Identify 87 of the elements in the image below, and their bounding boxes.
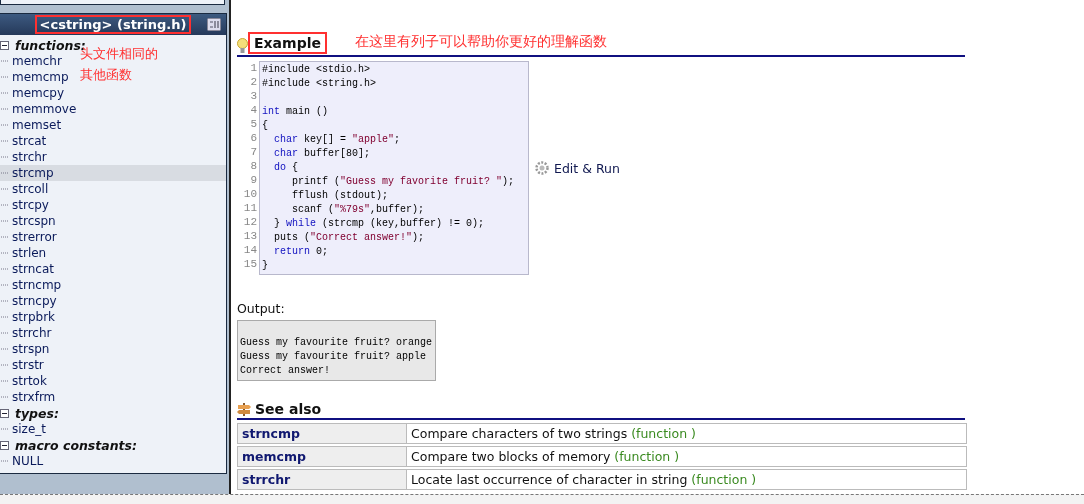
tree-line — [1, 284, 9, 286]
line-number: 10 — [243, 187, 257, 201]
tree-line — [1, 268, 9, 270]
tree-line — [1, 140, 9, 142]
section-label: types: — [15, 405, 59, 421]
line-number: 11 — [243, 201, 257, 215]
sidebar-item[interactable]: size_t — [0, 421, 50, 437]
tree-line — [1, 396, 9, 398]
tree-line — [1, 92, 9, 94]
line-number: 8 — [250, 159, 257, 173]
sidebar-item[interactable]: strcpy — [0, 197, 53, 213]
description-cell-text: Compare two blocks of memory (function ) — [410, 448, 681, 466]
line-number: 2 — [250, 75, 257, 89]
tree-line — [1, 60, 9, 62]
sidebar-item[interactable]: strstr — [0, 357, 48, 373]
line-number: 13 — [243, 229, 257, 243]
tree-line — [1, 460, 9, 462]
description-cell-text: Locate last occurrence of character in string (function ) — [410, 471, 758, 489]
annotation-text: 在这里有列子可以帮助你更好的理解函数 — [354, 33, 607, 51]
description-cell-text: Compare characters of two strings (function ) — [410, 425, 697, 443]
sidebar-item[interactable]: strrchr — [0, 325, 56, 341]
sidebar-item[interactable]: strcmp — [0, 165, 226, 181]
function-link[interactable]: memcmp — [238, 447, 407, 466]
line-number: 9 — [250, 173, 257, 187]
line-number: 14 — [243, 243, 257, 257]
signpost-icon — [237, 402, 251, 416]
line-number: 5 — [250, 117, 257, 131]
line-number: 7 — [250, 145, 257, 159]
sidebar-item[interactable]: strncmp — [0, 277, 66, 293]
tree-line — [1, 300, 9, 302]
sidebar-item[interactable]: memmove — [0, 101, 81, 117]
sidebar-item[interactable]: strcspn — [0, 213, 60, 229]
tree-line — [1, 204, 9, 206]
sidebar-item[interactable]: strtok — [0, 373, 51, 389]
tree-line — [1, 188, 9, 190]
collapse-icon[interactable] — [0, 408, 9, 418]
section-heading: See also — [255, 401, 322, 417]
sidebar-item[interactable]: strncpy — [0, 293, 61, 309]
sidebar-item[interactable]: strchr — [0, 149, 51, 165]
header-title: <cstring> (string.h) — [34, 15, 192, 34]
gear-icon — [535, 161, 549, 175]
output-label: Output: — [237, 301, 286, 316]
sidebar-item[interactable]: memcpy — [0, 85, 69, 101]
line-number: 4 — [250, 103, 257, 117]
sidebar-item[interactable]: strerror — [0, 229, 61, 245]
section-label: macro constants: — [15, 437, 138, 453]
line-number: 12 — [243, 215, 257, 229]
sidebar-item[interactable]: memchr — [0, 53, 66, 69]
sidebar-item[interactable]: strcoll — [0, 181, 53, 197]
sidebar-item[interactable]: strcat — [0, 133, 51, 149]
section-heading: Example — [248, 32, 327, 54]
sidebar-item[interactable]: strxfrm — [0, 389, 60, 405]
lightbulb-icon — [237, 38, 248, 54]
tree-line — [1, 316, 9, 318]
collapse-icon[interactable] — [0, 440, 9, 450]
tree-line — [1, 108, 9, 110]
tree-line — [1, 252, 9, 254]
tree-line — [1, 172, 9, 174]
edit-run-link[interactable]: Edit & Run — [535, 160, 620, 176]
sidebar-item[interactable]: strlen — [0, 245, 51, 261]
function-link[interactable]: strrchr — [238, 470, 407, 489]
line-number: 15 — [243, 257, 257, 271]
line-number: 6 — [250, 131, 257, 145]
collapse-icon[interactable] — [0, 40, 9, 50]
tree-line — [1, 332, 9, 334]
sidebar-item[interactable]: strncat — [0, 261, 58, 277]
tree-line — [1, 236, 9, 238]
output-block: Guess my favourite fruit? orange Guess my favourite fruit? apple Correct answer! — [237, 320, 437, 381]
function-link[interactable]: strncmp — [238, 424, 407, 443]
line-number: 3 — [250, 89, 257, 103]
tree-line — [1, 124, 9, 126]
tree-line — [1, 348, 9, 350]
sidebar-item[interactable]: NULL — [0, 453, 48, 469]
line-number: 1 — [250, 61, 257, 75]
tree-line — [1, 156, 9, 158]
sidebar-item[interactable]: strpbrk — [0, 309, 59, 325]
sidebar-item[interactable]: memcmp — [0, 69, 73, 85]
sort-icon[interactable] — [207, 18, 221, 31]
tree-line — [1, 220, 9, 222]
tree-line — [1, 428, 9, 430]
sidebar-item[interactable]: memset — [0, 117, 66, 133]
tree-line — [1, 76, 9, 78]
tree-line — [1, 364, 9, 366]
code-block: #include <stdio.h> #include <string.h> int main () { char key[] = "apple"; char buffer[80]; do { printf ("Guess my favorite fruit? "); fflush (stdout); scanf ("%79s",buffer); } while (strcmp (key,buffer) != 0); puts ("Correct answer!"); return 0; } — [259, 61, 529, 275]
annotation-text: 其他函数 — [80, 66, 133, 84]
sidebar-item[interactable]: strspn — [0, 341, 54, 357]
tree-line — [1, 380, 9, 382]
